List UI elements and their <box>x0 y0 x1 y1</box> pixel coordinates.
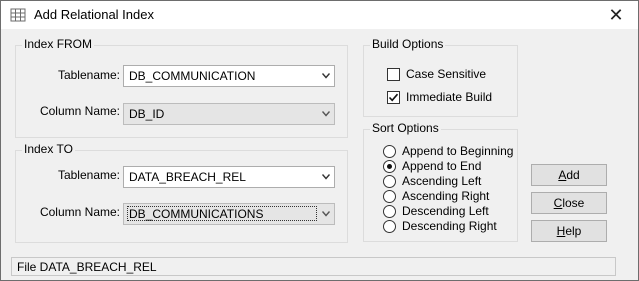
radio-circle <box>383 159 396 173</box>
sort-descending-right-radio[interactable]: Descending Right <box>383 219 497 233</box>
radio-label: Descending Right <box>402 219 497 233</box>
index-from-title: Index FROM <box>22 37 95 51</box>
to-column-dropdown[interactable]: DB_COMMUNICATIONS <box>123 203 335 225</box>
index-to-title: Index TO <box>22 142 75 156</box>
immediate-build-checkbox[interactable]: Immediate Build <box>387 90 492 104</box>
chevron-down-icon <box>322 211 330 217</box>
chevron-down-icon <box>322 174 330 180</box>
close-button[interactable]: Close <box>531 192 607 214</box>
sort-options-group: Sort Options Append to Beginning Append … <box>363 121 518 242</box>
status-text: File DATA_BREACH_REL <box>17 260 157 274</box>
checkbox-box <box>387 90 400 104</box>
radio-label: Descending Left <box>402 204 489 218</box>
build-options-group: Build Options Case Sensitive Immediate B… <box>363 37 518 117</box>
from-tablename-dropdown[interactable]: DB_COMMUNICATION <box>123 65 335 87</box>
add-button[interactable]: Add <box>531 164 607 186</box>
immediate-build-label: Immediate Build <box>406 90 493 104</box>
close-icon: ✕ <box>608 4 624 25</box>
sort-ascending-left-radio[interactable]: Ascending Left <box>383 174 481 188</box>
from-column-value: DB_ID <box>129 107 165 121</box>
to-column-value: DB_COMMUNICATIONS <box>129 207 264 221</box>
radio-label: Append to End <box>402 159 482 173</box>
case-sensitive-label: Case Sensitive <box>406 67 487 81</box>
radio-circle <box>383 144 396 158</box>
chevron-down-icon <box>322 73 330 79</box>
window-title: Add Relational Index <box>34 7 154 22</box>
to-column-label: Column Name: <box>39 205 120 219</box>
radio-circle <box>383 204 396 218</box>
index-to-group: Index TO Tablename: DATA_BREACH_REL Colu… <box>15 142 348 243</box>
table-grid-icon <box>10 8 26 22</box>
sort-descending-left-radio[interactable]: Descending Left <box>383 204 489 218</box>
build-options-title: Build Options <box>370 37 446 51</box>
chevron-down-icon <box>322 111 330 117</box>
checkbox-box <box>387 67 400 81</box>
help-button-label: elp <box>565 224 582 238</box>
to-tablename-dropdown[interactable]: DATA_BREACH_REL <box>123 166 335 188</box>
case-sensitive-checkbox[interactable]: Case Sensitive <box>387 67 486 81</box>
radio-selected-dot <box>387 163 392 169</box>
from-column-label: Column Name: <box>39 104 120 118</box>
dialog-window: Add Relational Index ✕ Index FROM Tablen… <box>0 0 639 281</box>
sort-ascending-right-radio[interactable]: Ascending Right <box>383 189 489 203</box>
from-tablename-value: DB_COMMUNICATION <box>129 69 256 83</box>
close-button-label: lose <box>562 196 585 210</box>
radio-circle <box>383 219 396 233</box>
radio-label: Ascending Right <box>402 189 490 203</box>
title-bar: Add Relational Index ✕ <box>1 1 638 29</box>
radio-circle <box>383 189 396 203</box>
radio-label: Ascending Left <box>402 174 482 188</box>
sort-options-title: Sort Options <box>370 121 441 135</box>
sort-append-beginning-radio[interactable]: Append to Beginning <box>383 144 513 158</box>
from-column-dropdown[interactable]: DB_ID <box>123 103 335 125</box>
sort-append-end-radio[interactable]: Append to End <box>383 159 481 173</box>
checkmark-icon <box>388 93 399 101</box>
add-button-label: dd <box>566 168 580 182</box>
status-bar: File DATA_BREACH_REL <box>11 257 616 276</box>
to-tablename-value: DATA_BREACH_REL <box>129 170 246 184</box>
radio-circle <box>383 174 396 188</box>
radio-label: Append to Beginning <box>402 144 514 158</box>
help-button[interactable]: Help <box>531 220 607 242</box>
to-tablename-label: Tablename: <box>57 168 120 182</box>
index-from-group: Index FROM Tablename: DB_COMMUNICATION C… <box>15 37 348 138</box>
from-tablename-label: Tablename: <box>57 68 120 82</box>
close-window-button[interactable]: ✕ <box>594 1 638 29</box>
